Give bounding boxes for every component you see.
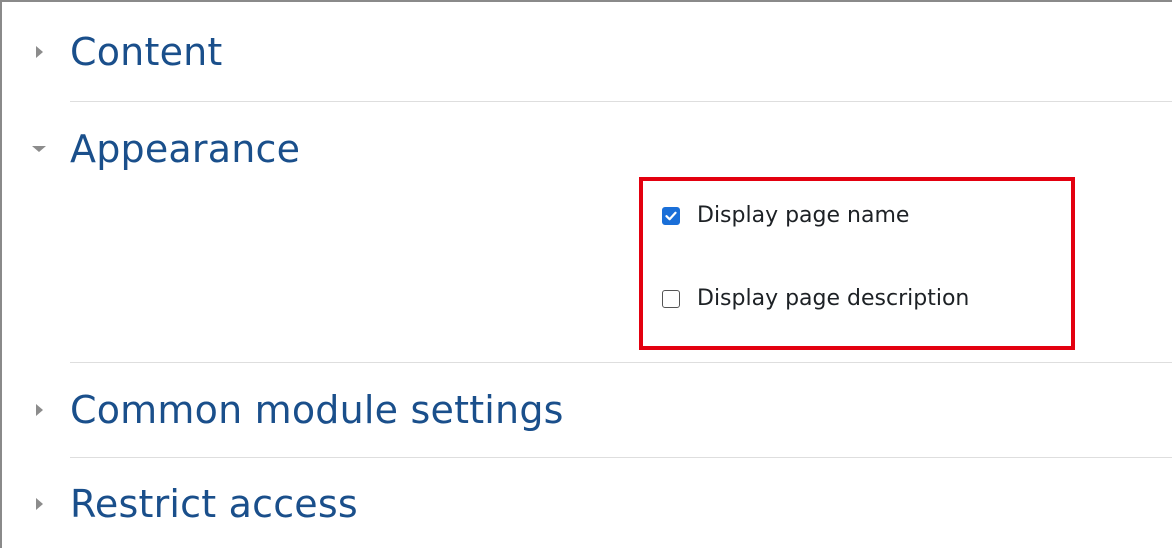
section-title-restrict-access: Restrict access [70, 482, 358, 526]
caret-down-icon [32, 129, 70, 169]
section-restrict-access-toggle[interactable]: Restrict access [32, 482, 358, 526]
section-content-toggle[interactable]: Content [32, 30, 223, 74]
section-appearance-toggle[interactable]: Appearance [32, 127, 300, 171]
divider [70, 362, 1172, 363]
settings-form: Content Appearance Display page name Dis… [0, 0, 1172, 548]
display-page-name-label: Display page name [697, 203, 910, 228]
section-common-module-settings-toggle[interactable]: Common module settings [32, 388, 564, 432]
caret-right-icon [32, 390, 70, 430]
divider [70, 101, 1172, 102]
display-page-name-option[interactable]: Display page name [662, 203, 909, 228]
divider [70, 457, 1172, 458]
checkmark-icon [665, 211, 677, 220]
display-page-name-checkbox[interactable] [662, 206, 680, 225]
caret-right-icon [32, 32, 70, 72]
section-title-common-module-settings: Common module settings [70, 388, 564, 432]
display-page-description-label: Display page description [697, 286, 970, 311]
section-title-content: Content [70, 30, 223, 74]
caret-right-icon [32, 484, 70, 524]
display-page-description-option[interactable]: Display page description [662, 286, 969, 311]
display-page-description-checkbox[interactable] [662, 289, 680, 308]
section-title-appearance: Appearance [70, 127, 301, 171]
